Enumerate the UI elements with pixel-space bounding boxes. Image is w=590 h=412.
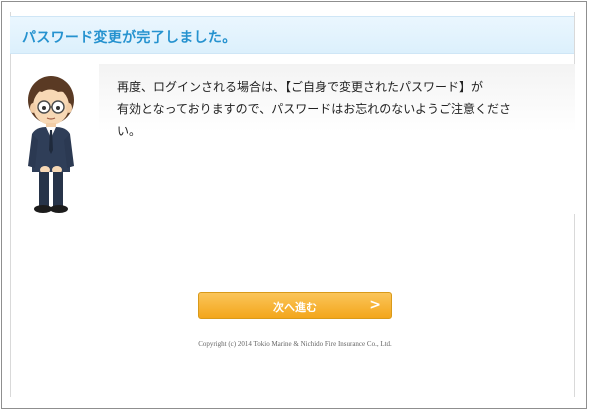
bowing-man-avatar-icon (20, 74, 82, 216)
chevron-right-icon: > (369, 297, 381, 313)
copyright-text: Copyright (c) 2014 Tokio Marine & Nichid… (198, 340, 392, 348)
message-box: 再度、ログインされる場合は、【ご自身で変更されたパスワード】が 有効となっており… (99, 64, 575, 214)
next-button-label: 次へ進む (273, 301, 317, 314)
title-bar: パスワード変更が完了しました。 (10, 16, 574, 54)
notice-message: 再度、ログインされる場合は、【ご自身で変更されたパスワード】が 有効となっており… (117, 80, 511, 138)
next-button[interactable]: 次へ進む > (198, 292, 392, 319)
page-title: パスワード変更が完了しました。 (22, 30, 237, 46)
